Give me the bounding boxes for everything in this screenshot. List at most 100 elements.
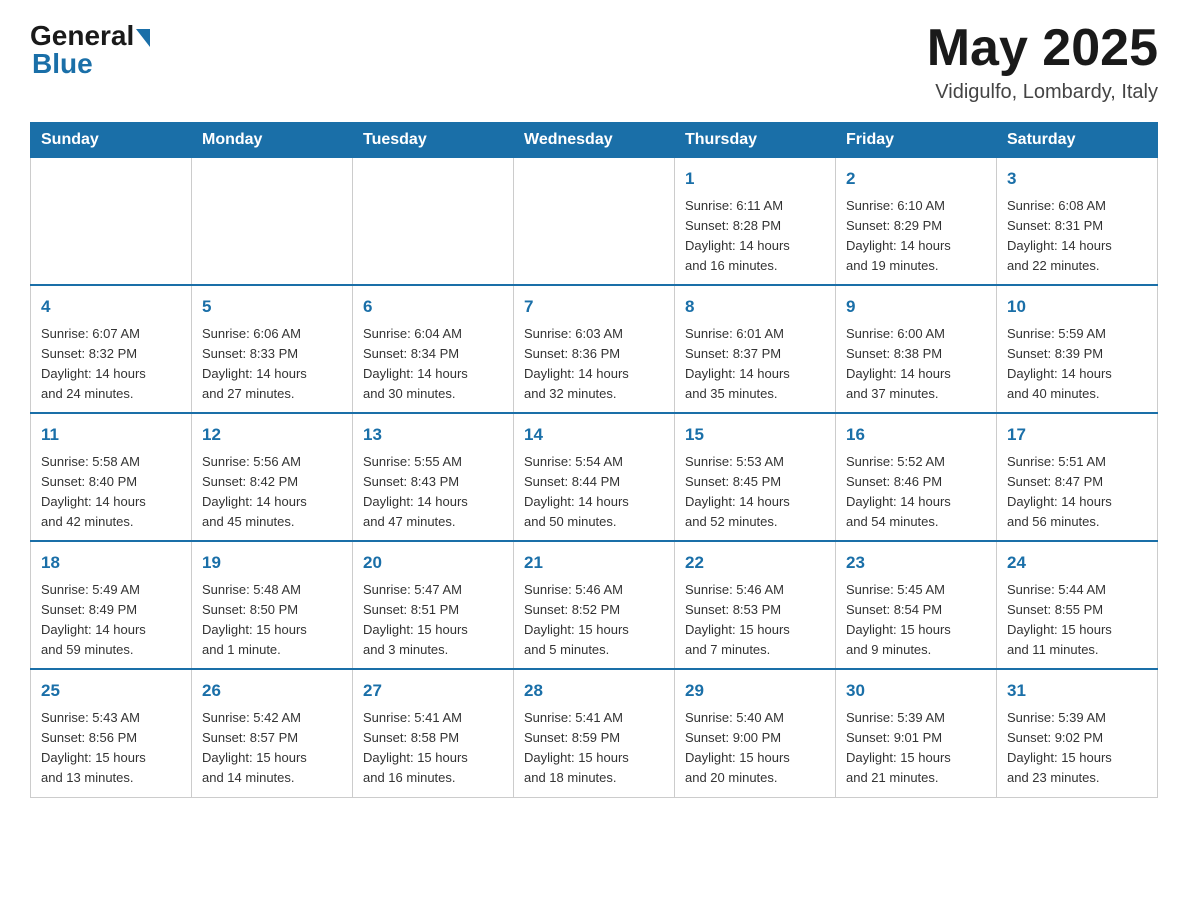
calendar-cell: 8 Sunrise: 6:01 AMSunset: 8:37 PMDaylight… — [675, 285, 836, 413]
day-number: 16 — [846, 422, 986, 448]
day-number: 17 — [1007, 422, 1147, 448]
month-title: May 2025 — [927, 20, 1158, 77]
calendar-cell: 31 Sunrise: 5:39 AMSunset: 9:02 PMDayligh… — [997, 669, 1158, 797]
calendar-cell: 20Sunrise: 5:47 AMSunset: 8:51 PMDayligh… — [353, 541, 514, 669]
calendar-cell: 6 Sunrise: 6:04 AMSunset: 8:34 PMDaylight… — [353, 285, 514, 413]
day-info: Sunrise: 5:53 AMSunset: 8:45 PMDaylight:… — [685, 452, 825, 533]
day-number: 8 — [685, 294, 825, 320]
day-number: 3 — [1007, 166, 1147, 192]
weekday-header-row: SundayMondayTuesdayWednesdayThursdayFrid… — [31, 123, 1158, 158]
day-info: Sunrise: 6:00 AMSunset: 8:38 PMDaylight:… — [846, 324, 986, 405]
day-number: 9 — [846, 294, 986, 320]
day-number: 21 — [524, 550, 664, 576]
day-number: 23 — [846, 550, 986, 576]
logo-blue-text: Blue — [32, 48, 93, 80]
calendar-cell: 2 Sunrise: 6:10 AMSunset: 8:29 PMDaylight… — [836, 158, 997, 286]
calendar-cell: 23 Sunrise: 5:45 AMSunset: 8:54 PMDayligh… — [836, 541, 997, 669]
calendar-week-row: 4 Sunrise: 6:07 AMSunset: 8:32 PMDaylight… — [31, 285, 1158, 413]
calendar-cell: 10 Sunrise: 5:59 AMSunset: 8:39 PMDayligh… — [997, 285, 1158, 413]
day-info: Sunrise: 6:10 AMSunset: 8:29 PMDaylight:… — [846, 196, 986, 277]
day-number: 13 — [363, 422, 503, 448]
day-info: Sunrise: 6:08 AMSunset: 8:31 PMDaylight:… — [1007, 196, 1147, 277]
calendar-cell: 15 Sunrise: 5:53 AMSunset: 8:45 PMDayligh… — [675, 413, 836, 541]
day-info: Sunrise: 6:07 AMSunset: 8:32 PMDaylight:… — [41, 324, 181, 405]
day-info: Sunrise: 6:03 AMSunset: 8:36 PMDaylight:… — [524, 324, 664, 405]
day-number: 30 — [846, 678, 986, 704]
day-number: 4 — [41, 294, 181, 320]
day-number: 7 — [524, 294, 664, 320]
day-number: 14 — [524, 422, 664, 448]
day-number: 26 — [202, 678, 342, 704]
calendar-cell — [31, 158, 192, 286]
day-number: 27 — [363, 678, 503, 704]
day-info: Sunrise: 5:39 AMSunset: 9:01 PMDaylight:… — [846, 708, 986, 789]
day-info: Sunrise: 5:46 AMSunset: 8:52 PMDaylight:… — [524, 580, 664, 661]
calendar-cell — [514, 158, 675, 286]
calendar-table: SundayMondayTuesdayWednesdayThursdayFrid… — [30, 122, 1158, 797]
weekday-header-thursday: Thursday — [675, 123, 836, 158]
calendar-cell: 9 Sunrise: 6:00 AMSunset: 8:38 PMDaylight… — [836, 285, 997, 413]
day-info: Sunrise: 5:46 AMSunset: 8:53 PMDaylight:… — [685, 580, 825, 661]
calendar-cell: 29 Sunrise: 5:40 AMSunset: 9:00 PMDayligh… — [675, 669, 836, 797]
day-info: Sunrise: 5:48 AMSunset: 8:50 PMDaylight:… — [202, 580, 342, 661]
day-info: Sunrise: 5:39 AMSunset: 9:02 PMDaylight:… — [1007, 708, 1147, 789]
day-number: 5 — [202, 294, 342, 320]
day-info: Sunrise: 5:45 AMSunset: 8:54 PMDaylight:… — [846, 580, 986, 661]
day-info: Sunrise: 6:04 AMSunset: 8:34 PMDaylight:… — [363, 324, 503, 405]
day-number: 1 — [685, 166, 825, 192]
day-info: Sunrise: 5:55 AMSunset: 8:43 PMDaylight:… — [363, 452, 503, 533]
calendar-week-row: 25Sunrise: 5:43 AMSunset: 8:56 PMDayligh… — [31, 669, 1158, 797]
day-info: Sunrise: 6:01 AMSunset: 8:37 PMDaylight:… — [685, 324, 825, 405]
page-header: General Blue May 2025 Vidigulfo, Lombard… — [30, 20, 1158, 104]
calendar-week-row: 1Sunrise: 6:11 AMSunset: 8:28 PMDaylight… — [31, 158, 1158, 286]
day-info: Sunrise: 5:41 AMSunset: 8:59 PMDaylight:… — [524, 708, 664, 789]
day-number: 24 — [1007, 550, 1147, 576]
day-info: Sunrise: 5:44 AMSunset: 8:55 PMDaylight:… — [1007, 580, 1147, 661]
calendar-cell: 25Sunrise: 5:43 AMSunset: 8:56 PMDayligh… — [31, 669, 192, 797]
day-info: Sunrise: 5:47 AMSunset: 8:51 PMDaylight:… — [363, 580, 503, 661]
day-number: 12 — [202, 422, 342, 448]
weekday-header-sunday: Sunday — [31, 123, 192, 158]
day-info: Sunrise: 5:54 AMSunset: 8:44 PMDaylight:… — [524, 452, 664, 533]
location-text: Vidigulfo, Lombardy, Italy — [927, 81, 1158, 104]
weekday-header-friday: Friday — [836, 123, 997, 158]
calendar-cell: 3 Sunrise: 6:08 AMSunset: 8:31 PMDaylight… — [997, 158, 1158, 286]
weekday-header-monday: Monday — [192, 123, 353, 158]
weekday-header-tuesday: Tuesday — [353, 123, 514, 158]
calendar-cell: 22 Sunrise: 5:46 AMSunset: 8:53 PMDayligh… — [675, 541, 836, 669]
day-info: Sunrise: 6:06 AMSunset: 8:33 PMDaylight:… — [202, 324, 342, 405]
calendar-cell: 1Sunrise: 6:11 AMSunset: 8:28 PMDaylight… — [675, 158, 836, 286]
weekday-header-saturday: Saturday — [997, 123, 1158, 158]
logo: General Blue — [30, 20, 150, 80]
calendar-cell — [353, 158, 514, 286]
day-number: 10 — [1007, 294, 1147, 320]
day-number: 22 — [685, 550, 825, 576]
calendar-week-row: 11Sunrise: 5:58 AMSunset: 8:40 PMDayligh… — [31, 413, 1158, 541]
calendar-cell: 19Sunrise: 5:48 AMSunset: 8:50 PMDayligh… — [192, 541, 353, 669]
day-info: Sunrise: 5:41 AMSunset: 8:58 PMDaylight:… — [363, 708, 503, 789]
calendar-cell: 24 Sunrise: 5:44 AMSunset: 8:55 PMDayligh… — [997, 541, 1158, 669]
calendar-cell: 11Sunrise: 5:58 AMSunset: 8:40 PMDayligh… — [31, 413, 192, 541]
calendar-cell: 26Sunrise: 5:42 AMSunset: 8:57 PMDayligh… — [192, 669, 353, 797]
calendar-cell — [192, 158, 353, 286]
day-number: 6 — [363, 294, 503, 320]
day-number: 29 — [685, 678, 825, 704]
calendar-cell: 28 Sunrise: 5:41 AMSunset: 8:59 PMDayligh… — [514, 669, 675, 797]
day-number: 15 — [685, 422, 825, 448]
day-info: Sunrise: 5:56 AMSunset: 8:42 PMDaylight:… — [202, 452, 342, 533]
day-number: 2 — [846, 166, 986, 192]
calendar-cell: 21 Sunrise: 5:46 AMSunset: 8:52 PMDayligh… — [514, 541, 675, 669]
day-number: 28 — [524, 678, 664, 704]
day-number: 11 — [41, 422, 181, 448]
calendar-cell: 12 Sunrise: 5:56 AMSunset: 8:42 PMDayligh… — [192, 413, 353, 541]
day-info: Sunrise: 5:40 AMSunset: 9:00 PMDaylight:… — [685, 708, 825, 789]
day-number: 31 — [1007, 678, 1147, 704]
title-block: May 2025 Vidigulfo, Lombardy, Italy — [927, 20, 1158, 104]
calendar-cell: 14 Sunrise: 5:54 AMSunset: 8:44 PMDayligh… — [514, 413, 675, 541]
calendar-cell: 16Sunrise: 5:52 AMSunset: 8:46 PMDayligh… — [836, 413, 997, 541]
calendar-cell: 4 Sunrise: 6:07 AMSunset: 8:32 PMDaylight… — [31, 285, 192, 413]
day-info: Sunrise: 5:49 AMSunset: 8:49 PMDaylight:… — [41, 580, 181, 661]
logo-arrow-icon — [136, 29, 150, 47]
day-info: Sunrise: 5:59 AMSunset: 8:39 PMDaylight:… — [1007, 324, 1147, 405]
calendar-cell: 7 Sunrise: 6:03 AMSunset: 8:36 PMDaylight… — [514, 285, 675, 413]
